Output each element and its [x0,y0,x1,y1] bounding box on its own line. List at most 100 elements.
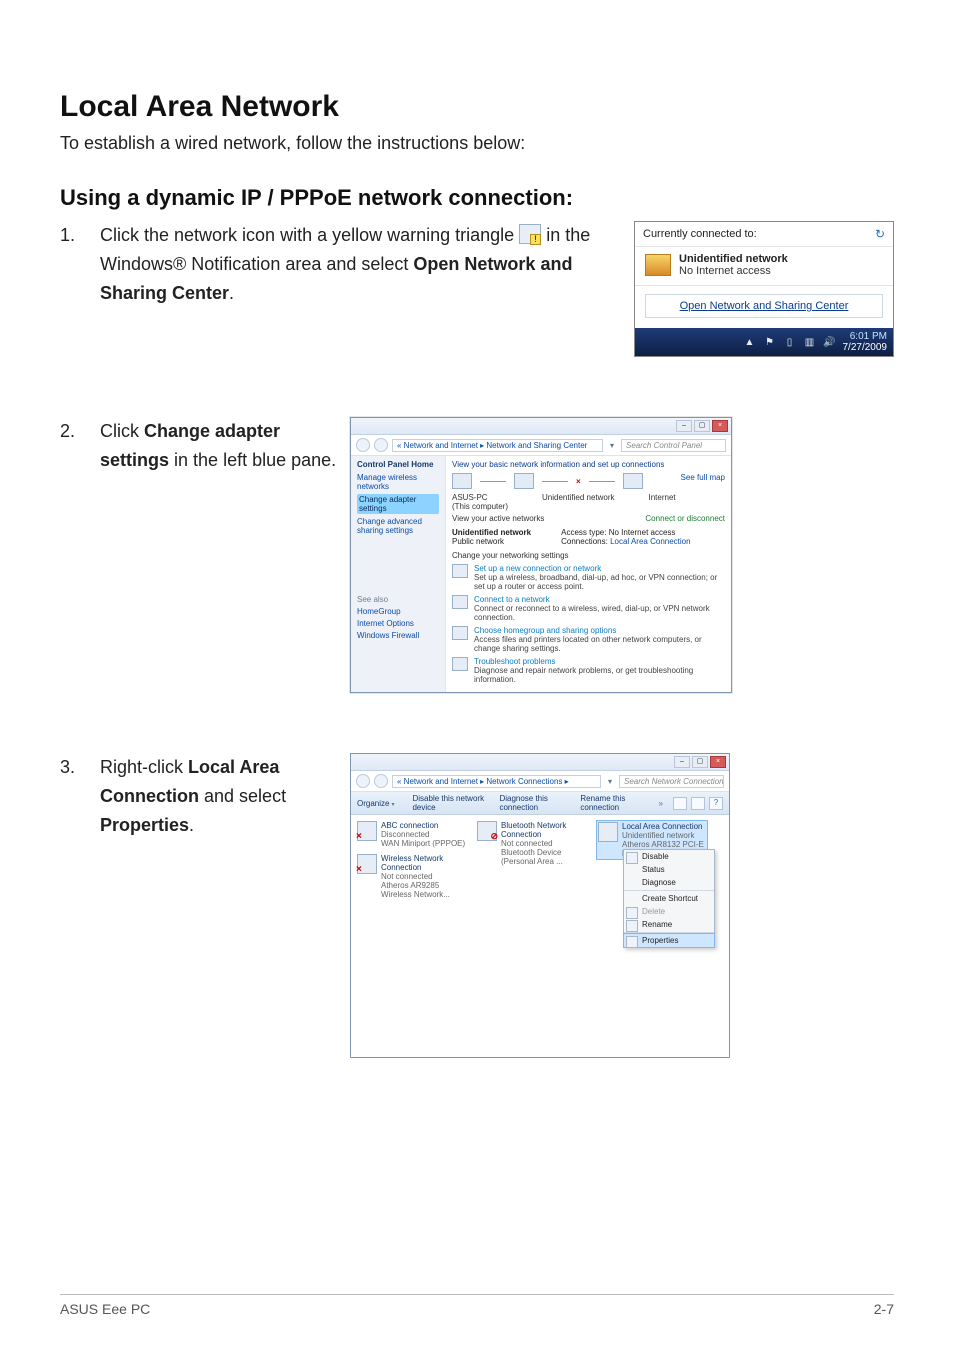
refresh-icon[interactable]: ↻ [875,227,885,241]
menu-item-delete: Delete [624,905,714,918]
change-adapter-link[interactable]: Change adapter settings [357,494,439,514]
menu-separator [624,890,714,891]
back-button[interactable] [356,438,370,452]
intro-text: To establish a wired network, follow the… [60,130,894,157]
internet-node-icon [623,473,643,489]
maximize-button[interactable]: ▢ [692,756,708,768]
connections-link[interactable]: Local Area Connection [610,537,691,546]
connection-name: Local Area Connection [622,822,706,831]
see-full-map-link[interactable]: See full map [681,473,725,482]
menu-item-diagnose[interactable]: Diagnose [624,876,714,889]
dropdown-icon[interactable]: ▾ [605,777,615,786]
maximize-button[interactable]: ▢ [694,420,710,432]
settings-item[interactable]: Set up a new connection or networkSet up… [452,564,725,591]
search-input[interactable]: Search Network Connections [619,775,724,788]
view-icon[interactable] [691,797,705,810]
connection-item[interactable]: × ABC connectionDisconnectedWAN Miniport … [357,821,467,848]
network-node-icon [514,473,534,489]
node-label: ASUS-PC [452,493,508,502]
connections-label: Connections: [561,537,608,546]
diagnose-button[interactable]: Diagnose this connection [499,794,570,812]
toolbar: Organize Disable this network device Dia… [351,792,729,815]
disconnected-icon: × [576,477,581,486]
network-map: × [452,473,681,489]
flyout-header: Currently connected to: [643,228,757,240]
left-pane: Control Panel Home Manage wireless netwo… [351,456,446,692]
view-icon[interactable] [673,797,687,810]
step-text-part: and select [204,786,286,806]
network-status: No Internet access [679,265,788,277]
network-tray-icon[interactable]: ▥ [803,335,817,349]
tray-arrow-icon[interactable]: ▲ [743,335,757,349]
search-input[interactable]: Search Control Panel [621,439,726,452]
disable-device-button[interactable]: Disable this network device [412,794,489,812]
footer-left: ASUS Eee PC [60,1301,150,1317]
connection-status: Not connected [501,839,587,848]
page-title: Local Area Network [60,90,894,124]
settings-item[interactable]: Choose homegroup and sharing optionsAcce… [452,626,725,653]
network-icon [645,254,671,276]
connection-item[interactable]: ×Wireless Network ConnectionNot connecte… [357,854,467,899]
address-bar[interactable]: « Network and Internet ▸ Network Connect… [392,775,601,788]
connect-disconnect-link[interactable]: Connect or disconnect [645,514,725,523]
connection-device: Bluetooth Device (Personal Area ... [501,848,587,866]
settings-item[interactable]: Troubleshoot problemsDiagnose and repair… [452,657,725,684]
menu-item-label: Status [642,865,665,874]
network-name: Unidentified network [679,253,788,265]
step-bold: Properties [100,815,189,835]
menu-item-status[interactable]: Status [624,863,714,876]
item-icon [452,564,468,578]
item-desc: Set up a wireless, broadband, dial-up, a… [474,573,725,591]
settings-item[interactable]: Connect to a networkConnect or reconnect… [452,595,725,622]
page-footer: ASUS Eee PC 2-7 [60,1294,894,1317]
menu-item-disable[interactable]: Disable [624,850,714,863]
organize-menu[interactable]: Organize [357,799,402,808]
open-network-center-link[interactable]: Open Network and Sharing Center [645,294,883,318]
connection-item[interactable]: ⊘Bluetooth Network ConnectionNot connect… [477,821,587,866]
menu-item-rename[interactable]: Rename [624,918,714,931]
network-warning-icon [519,224,541,244]
menu-separator [624,932,714,933]
internet-options-link[interactable]: Internet Options [357,619,439,628]
connection-name: Bluetooth Network Connection [501,821,587,839]
connection-icon: × [357,821,377,841]
step-text-part: . [189,815,194,835]
back-button[interactable] [356,774,370,788]
network-flyout: Currently connected to: ↻ Unidentified n… [634,221,894,357]
minimize-button[interactable]: – [676,420,692,432]
item-title: Set up a new connection or network [474,564,725,573]
homegroup-link[interactable]: HomeGroup [357,607,439,616]
item-desc: Access files and printers located on oth… [474,635,725,653]
item-icon [452,657,468,671]
battery-icon[interactable]: ▯ [783,335,797,349]
close-button[interactable]: × [712,420,728,432]
forward-button[interactable] [374,774,388,788]
connection-name: Wireless Network Connection [381,854,467,872]
windows-firewall-link[interactable]: Windows Firewall [357,631,439,640]
volume-icon[interactable]: 🔊 [823,335,837,349]
window-titlebar: – ▢ × [351,418,731,435]
overflow-icon[interactable]: » [659,799,663,808]
menu-item-create-shortcut[interactable]: Create Shortcut [624,892,714,905]
connection-name: ABC connection [381,821,465,830]
connection-icon: × [357,854,377,874]
screenshot-2: – ▢ × « Network and Internet ▸ Network a… [350,417,732,693]
dropdown-icon[interactable]: ▾ [607,441,617,450]
change-sharing-link[interactable]: Change advanced sharing settings [357,517,439,535]
taskbar-clock[interactable]: 6:01 PM 7/27/2009 [843,331,888,353]
address-bar[interactable]: « Network and Internet ▸ Network and Sha… [392,439,603,452]
close-button[interactable]: × [710,756,726,768]
rename-button[interactable]: Rename this connection [580,794,648,812]
step-text-part: Click the network icon with a yellow war… [100,225,519,245]
manage-wireless-link[interactable]: Manage wireless networks [357,473,439,491]
node-label: Unidentified network [542,493,614,511]
forward-button[interactable] [374,438,388,452]
control-panel-home[interactable]: Control Panel Home [357,460,439,469]
connection-device: WAN Miniport (PPPOE) [381,839,465,848]
flag-icon[interactable]: ⚑ [763,335,777,349]
menu-item-properties[interactable]: Properties [624,934,714,947]
network-connections-window: – ▢ × « Network and Internet ▸ Network C… [350,753,730,1058]
connection-status: Disconnected [381,830,465,839]
help-icon[interactable]: ? [709,797,723,810]
minimize-button[interactable]: – [674,756,690,768]
